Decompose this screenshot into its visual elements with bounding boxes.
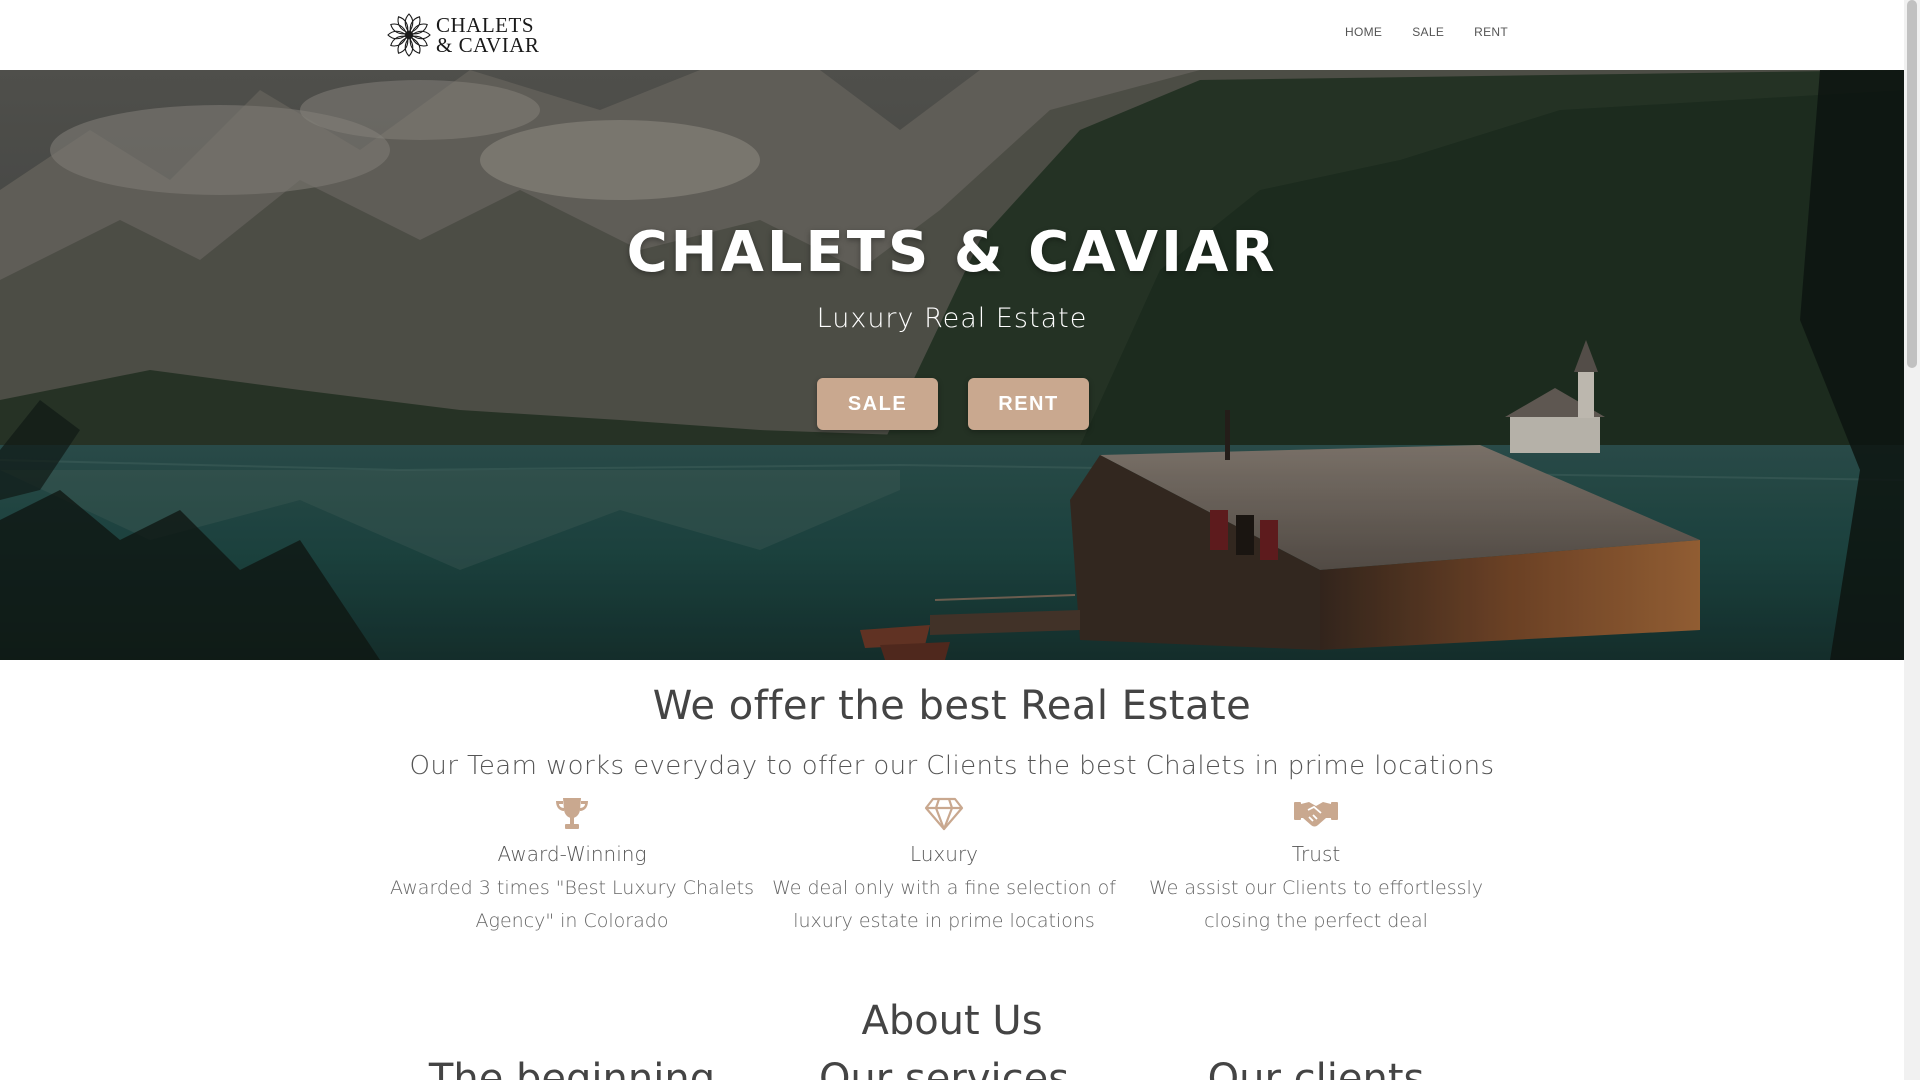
hero-title: CHALETS & CAVIAR (626, 220, 1278, 285)
feature-trust: Trust We assist our Clients to effortles… (1130, 796, 1502, 938)
about-heading: About Us (861, 998, 1043, 1044)
feature-description: We deal only with a fine selection of lu… (758, 872, 1130, 938)
feature-description-line: We deal only with a fine selection of (772, 877, 1116, 899)
feature-description-line: luxury estate in prime locations (793, 910, 1095, 932)
hero-banner: CHALETS & CAVIAR Luxury Real Estate SALE… (0, 70, 1904, 660)
handshake-icon (1294, 802, 1338, 827)
offer-heading: We offer the best Real Estate (652, 683, 1252, 729)
nav-rent-link[interactable]: RENT (1474, 25, 1508, 39)
hero-subtitle: Luxury Real Estate (816, 303, 1088, 334)
brand-logo-link[interactable]: CHALETS & CAVIAR (386, 12, 539, 58)
hero-sale-button[interactable]: SALE (817, 378, 938, 430)
feature-name: Luxury (909, 842, 979, 866)
feature-description: Awarded 3 times "Best Luxury Chalets Age… (386, 872, 758, 938)
diamond-icon (924, 797, 964, 831)
about-col-heading: The beginning (428, 1056, 716, 1080)
flower-logo-icon (387, 13, 431, 57)
scrollbar-thumb[interactable] (1907, 0, 1917, 368)
offer-subheading: Our Team works everyday to offer our Cli… (409, 751, 1495, 781)
page-scrollbar[interactable] (1904, 0, 1920, 1080)
nav-home-link[interactable]: HOME (1345, 25, 1382, 39)
feature-luxury: Luxury We deal only with a fine selectio… (758, 796, 1130, 938)
nav-sale-link[interactable]: SALE (1412, 25, 1444, 39)
brand-line-2: & CAVIAR (436, 33, 540, 57)
trophy-icon (556, 798, 588, 829)
page: CHALETS & CAVIAR HOME SALE RENT CHALETS … (0, 0, 1904, 1080)
feature-name: Trust (1291, 842, 1341, 866)
about-col-heading: Our clients (1207, 1056, 1425, 1080)
hero-overlay (0, 70, 1904, 660)
main-nav: HOME SALE RENT (1345, 25, 1508, 39)
hero-rent-button[interactable]: RENT (968, 378, 1089, 430)
brand-name: CHALETS & CAVIAR (436, 13, 540, 57)
features-row: Award-Winning Awarded 3 times "Best Luxu… (386, 796, 1502, 938)
hero-button-group: SALE RENT (0, 378, 1904, 430)
feature-name: Award-Winning (497, 842, 647, 866)
about-col-heading: Our services (818, 1056, 1070, 1080)
feature-description-line: Awarded 3 times "Best Luxury Chalets (390, 877, 754, 899)
feature-award-winning: Award-Winning Awarded 3 times "Best Luxu… (386, 796, 758, 938)
feature-description: We assist our Clients to effortlessly cl… (1130, 872, 1502, 938)
feature-description-line: We assist our Clients to effortlessly (1148, 877, 1484, 899)
navbar: CHALETS & CAVIAR HOME SALE RENT (0, 0, 1904, 70)
feature-description-line: Agency" in Colorado (475, 910, 669, 932)
brand-line-1: CHALETS (436, 13, 534, 37)
feature-description-line: closing the perfect deal (1204, 910, 1428, 932)
about-columns: The beginning Our services Our clients (386, 1056, 1502, 1080)
